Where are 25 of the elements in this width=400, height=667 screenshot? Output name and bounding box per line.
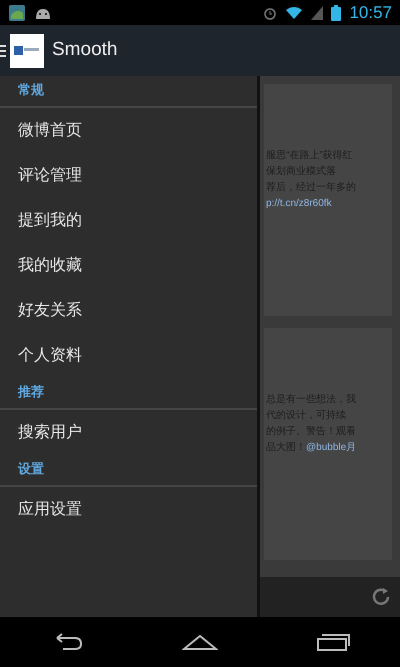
drawer-item[interactable]: 好友关系: [0, 288, 257, 333]
section-header: 推荐: [18, 382, 44, 400]
tweet-link[interactable]: p://t.cn/z8r60fk: [266, 198, 332, 209]
status-time: 10:57: [349, 2, 392, 24]
tweet-link[interactable]: @bubble月: [306, 442, 356, 453]
drawer-item[interactable]: 搜索用户: [0, 410, 257, 455]
refresh-icon[interactable]: [370, 586, 392, 608]
app-logo-icon[interactable]: [10, 34, 44, 68]
battery-icon: [331, 4, 342, 20]
drawer-item[interactable]: 个人资料: [0, 333, 257, 378]
app-notification-icon: [8, 4, 26, 22]
alarm-icon: [263, 6, 278, 20]
drawer-item[interactable]: 提到我的: [0, 198, 257, 243]
section-header: 设置: [18, 460, 44, 478]
home-icon[interactable]: [182, 633, 218, 651]
menu-icon[interactable]: [0, 44, 6, 58]
recent-apps-icon[interactable]: [315, 633, 352, 651]
drawer-item[interactable]: 我的收藏: [0, 243, 257, 288]
drawer-item[interactable]: 评论管理: [0, 153, 257, 198]
drawer-item[interactable]: 应用设置: [0, 487, 257, 532]
drawer-item[interactable]: 微博首页: [0, 108, 257, 153]
section-header: 常规: [18, 80, 44, 98]
signal-icon: [311, 6, 324, 20]
app-title: Smooth: [52, 38, 118, 62]
wifi-icon: [285, 6, 304, 20]
